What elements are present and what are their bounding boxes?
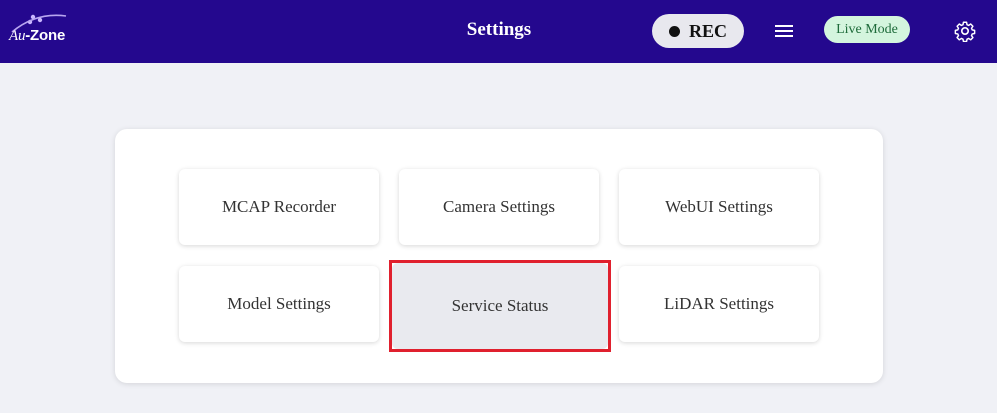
page-title: Settings	[466, 19, 532, 40]
gear-icon[interactable]	[954, 20, 976, 42]
service-status-button[interactable]: Service Status	[392, 263, 608, 349]
webui-settings-button[interactable]: WebUI Settings	[619, 169, 819, 245]
app-header: Au-Zone Settings REC Live Mode	[0, 0, 997, 63]
lidar-settings-button[interactable]: LiDAR Settings	[619, 266, 819, 342]
live-mode-badge[interactable]: Live Mode	[824, 16, 910, 43]
logo-prefix: Au	[9, 28, 26, 44]
camera-settings-button[interactable]: Camera Settings	[399, 169, 599, 245]
record-button-label: REC	[688, 20, 727, 41]
record-button[interactable]: REC	[652, 14, 744, 48]
hamburger-icon[interactable]	[774, 22, 794, 40]
mcap-recorder-button[interactable]: MCAP Recorder	[179, 169, 379, 245]
record-dot-icon	[668, 25, 680, 37]
au-zone-logo[interactable]: Au-Zone	[6, 10, 72, 50]
logo-suffix: -Zone	[25, 27, 66, 44]
logo-text: Au-Zone	[9, 27, 65, 45]
model-settings-button[interactable]: Model Settings	[179, 266, 379, 342]
